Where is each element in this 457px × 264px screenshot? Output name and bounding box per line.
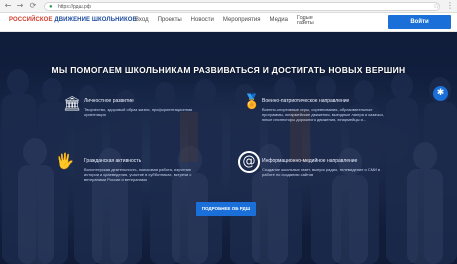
nav-item-login[interactable]: Вход [135,17,149,26]
hero-section: МЫ ПОМОГАЕМ ШКОЛЬНИКАМ РАЗВИВАТЬСЯ И ДОС… [0,32,457,264]
back-icon[interactable]: ← [3,1,13,11]
column-icon: 🏛 [63,96,81,112]
login-button[interactable]: Войти [388,15,451,29]
logo-text-part1: РОССИЙСКОЕ [9,17,53,23]
feature-text-civic-activity: Волонтерская деятельность, поисковая раб… [84,167,192,182]
search-icon[interactable]: ⌕ [302,16,306,25]
feature-title-personal-development[interactable]: Личностное развитие [84,98,134,104]
feature-text-military-patriotic: Военно-спортивные игры, соревнования, об… [262,107,384,122]
nav-item-news[interactable]: Новости [191,17,214,26]
hand-icon: 🖐 [55,152,75,170]
reload-icon[interactable]: ⟳ [28,1,38,11]
logo-text-part2: ДВИЖЕНИЕ ШКОЛЬНИКОВ [54,17,137,23]
accessibility-icon[interactable]: ✱ [433,86,448,101]
browser-toolbar: ← → ⟳ https://рдш.рф ● ☆ ⋮ [0,0,457,13]
medal-icon: 🏅 [243,94,261,110]
site-logo[interactable]: РОССИЙСКОЕ ДВИЖЕНИЕ ШКОЛЬНИКОВ [9,17,137,23]
forward-icon[interactable]: → [15,1,25,11]
feature-title-civic-activity[interactable]: Гражданская активность [84,158,141,164]
browser-menu-icon[interactable]: ⋮ [446,1,454,11]
address-bar[interactable]: https://рдш.рф [44,2,440,11]
more-about-rdsh-button[interactable]: ПОДРОБНЕЕ ОБ РДШ [196,202,256,216]
main-nav: Вход Проекты Новости Мероприятия Медиа Г… [135,15,314,26]
bookmark-star-icon[interactable]: ☆ [433,2,439,11]
at-sign-icon: @ [238,151,260,173]
feature-text-personal-development: Творчество, здоровый образ жизни, профор… [84,107,193,117]
feature-text-media: Создание школьных газет, выпуск радио, т… [262,167,381,177]
nav-item-projects[interactable]: Проекты [158,17,182,26]
nav-item-events[interactable]: Мероприятия [223,17,261,26]
site-header: РОССИЙСКОЕ ДВИЖЕНИЕ ШКОЛЬНИКОВ Вход Прое… [0,13,457,32]
feature-title-media[interactable]: Информационно-медийное направление [262,158,357,164]
nav-item-media[interactable]: Медиа [270,17,288,26]
feature-title-military-patriotic[interactable]: Военно-патриотическое направление [262,98,349,104]
hero-title: МЫ ПОМОГАЕМ ШКОЛЬНИКАМ РАЗВИВАТЬСЯ И ДОС… [51,65,406,75]
lock-icon: ● [49,4,53,10]
